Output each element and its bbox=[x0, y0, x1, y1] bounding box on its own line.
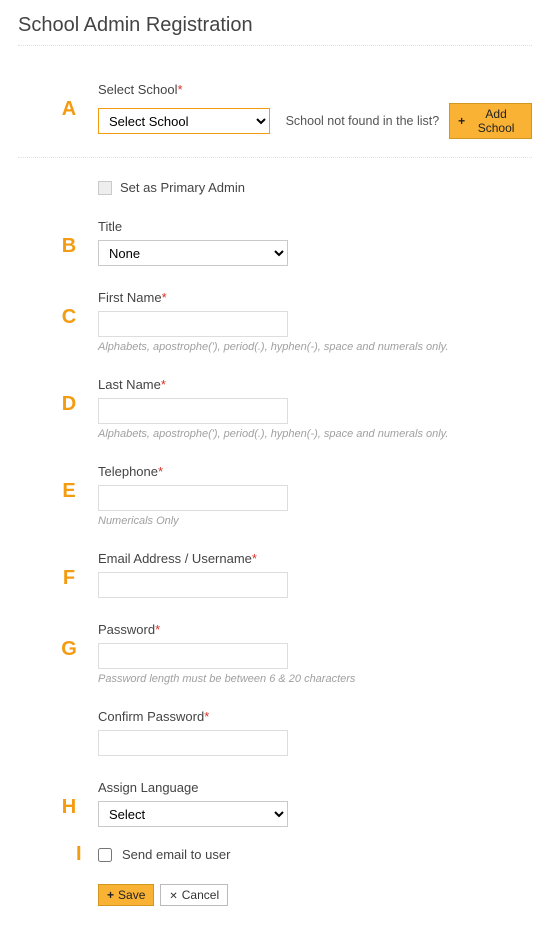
plus-icon bbox=[458, 114, 465, 128]
close-icon bbox=[169, 888, 177, 902]
plus-icon bbox=[107, 888, 114, 902]
cancel-button[interactable]: Cancel bbox=[160, 884, 228, 906]
first-name-label: First Name* bbox=[98, 290, 532, 305]
marker-d: D bbox=[54, 393, 84, 416]
title-label: Title bbox=[98, 219, 532, 234]
last-name-label: Last Name* bbox=[98, 377, 532, 392]
page-title: School Admin Registration bbox=[18, 14, 532, 37]
first-name-input[interactable] bbox=[98, 311, 288, 337]
marker-e: E bbox=[54, 480, 84, 503]
select-school-label: Select School* bbox=[98, 82, 532, 97]
marker-b: B bbox=[54, 235, 84, 258]
email-input[interactable] bbox=[98, 572, 288, 598]
marker-i: I bbox=[76, 843, 82, 866]
save-button[interactable]: Save bbox=[98, 884, 154, 906]
marker-a: A bbox=[54, 98, 84, 121]
assign-language-select[interactable]: Select bbox=[98, 801, 288, 827]
confirm-password-label: Confirm Password* bbox=[98, 709, 532, 724]
select-school[interactable]: Select School bbox=[98, 108, 270, 134]
password-input[interactable] bbox=[98, 643, 288, 669]
send-email-checkbox[interactable] bbox=[98, 848, 112, 862]
title-select[interactable]: None bbox=[98, 240, 288, 266]
add-school-button[interactable]: Add School bbox=[449, 103, 532, 139]
password-label: Password* bbox=[98, 622, 532, 637]
confirm-password-input[interactable] bbox=[98, 730, 288, 756]
marker-f: F bbox=[54, 567, 84, 590]
marker-h: H bbox=[54, 796, 84, 819]
send-email-label: Send email to user bbox=[122, 847, 230, 862]
primary-admin-checkbox[interactable] bbox=[98, 181, 112, 195]
telephone-hint: Numericals Only bbox=[98, 515, 532, 527]
email-label: Email Address / Username* bbox=[98, 551, 532, 566]
telephone-label: Telephone* bbox=[98, 464, 532, 479]
primary-admin-label: Set as Primary Admin bbox=[120, 180, 245, 195]
password-hint: Password length must be between 6 & 20 c… bbox=[98, 673, 532, 685]
assign-language-label: Assign Language bbox=[98, 780, 532, 795]
last-name-input[interactable] bbox=[98, 398, 288, 424]
school-not-found-text: School not found in the list? bbox=[286, 114, 440, 128]
telephone-input[interactable] bbox=[98, 485, 288, 511]
last-name-hint: Alphabets, apostrophe('), period(.), hyp… bbox=[98, 428, 532, 440]
first-name-hint: Alphabets, apostrophe('), period(.), hyp… bbox=[98, 341, 532, 353]
marker-g: G bbox=[54, 638, 84, 661]
marker-c: C bbox=[54, 306, 84, 329]
